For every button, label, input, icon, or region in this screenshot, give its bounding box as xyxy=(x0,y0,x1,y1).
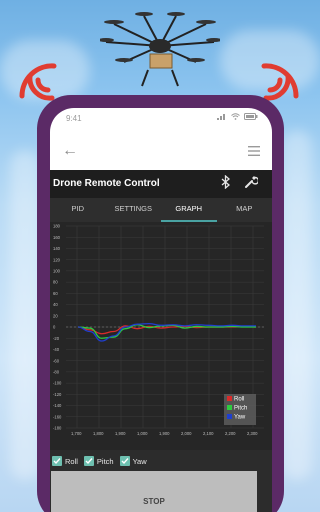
drone-illustration xyxy=(100,12,220,87)
y-tick-label: 60 xyxy=(53,291,58,296)
y-tick-label: 40 xyxy=(53,302,58,307)
checkbox-roll-box[interactable] xyxy=(52,456,62,466)
checkbox-yaw-label: Yaw xyxy=(132,456,147,466)
y-tick-label: 120 xyxy=(53,257,61,262)
x-tick-label: 1,900 xyxy=(159,431,170,436)
pid-graph-chart: 180 160 140 120 100 80 60 40 20 0 -20 -40 -60 -80 -100… xyxy=(50,222,272,450)
x-tick-label: 2,100 xyxy=(203,431,214,436)
stop-button[interactable]: STOP xyxy=(51,471,257,512)
y-tick-label: -180 xyxy=(53,426,62,431)
bluetooth-icon[interactable] xyxy=(220,175,232,189)
wifi-icon xyxy=(231,113,240,120)
y-tick-label: 160 xyxy=(53,235,61,240)
legend-label-pitch: Pitch xyxy=(234,406,247,412)
battery-icon xyxy=(244,113,258,120)
x-tick-label: 1,800 xyxy=(93,431,104,436)
status-time: 9:41 xyxy=(66,114,82,123)
legend-swatch-pitch xyxy=(227,405,232,410)
phone-screen: 9:41 ← Drone Remote Control PID SETTINGS… xyxy=(50,108,272,512)
tab-settings[interactable]: SETTINGS xyxy=(106,198,162,222)
x-tick-label: 1,700 xyxy=(71,431,82,436)
y-tick-label: -20 xyxy=(53,336,60,341)
y-tick-label: 0 xyxy=(53,325,56,330)
x-tick-label: 1,000 xyxy=(137,431,148,436)
x-tick-label: 2,300 xyxy=(247,431,258,436)
app-title-bar: Drone Remote Control xyxy=(50,170,272,198)
y-tick-label: -40 xyxy=(53,347,60,352)
tab-bar: PID SETTINGS GRAPH MAP xyxy=(50,198,272,222)
y-tick-label: -160 xyxy=(53,414,62,419)
wrench-settings-icon[interactable] xyxy=(244,175,258,189)
y-tick-label: -140 xyxy=(53,403,62,408)
checkbox-pitch[interactable]: Pitch xyxy=(83,456,114,466)
y-tick-label: -60 xyxy=(53,358,60,363)
y-tick-label: 80 xyxy=(53,280,58,285)
y-tick-label: -120 xyxy=(53,392,62,397)
x-tick-label: 2,200 xyxy=(225,431,236,436)
series-checkboxes: Roll Pitch Yaw xyxy=(52,453,270,469)
checkbox-yaw[interactable]: Yaw xyxy=(119,456,147,466)
app-title: Drone Remote Control xyxy=(53,178,160,189)
legend-swatch-roll xyxy=(227,396,232,401)
legend-label-yaw: Yaw xyxy=(234,415,246,421)
y-tick-label: 140 xyxy=(53,246,61,251)
signal-waves-right-icon xyxy=(261,63,299,101)
signal-waves-left-icon xyxy=(19,63,57,101)
back-arrow-icon[interactable]: ← xyxy=(62,142,78,160)
y-tick-label: 100 xyxy=(53,268,61,273)
app-container: Drone Remote Control PID SETTINGS GRAPH … xyxy=(50,170,272,512)
y-tick-label: 20 xyxy=(53,313,58,318)
signal-strength-icon xyxy=(217,114,225,120)
tab-pid[interactable]: PID xyxy=(50,198,106,222)
y-tick-label: -80 xyxy=(53,369,60,374)
legend-label-roll: Roll xyxy=(234,397,244,403)
checkbox-roll-label: Roll xyxy=(65,456,78,466)
status-bar: 9:41 xyxy=(50,108,272,128)
tab-map[interactable]: MAP xyxy=(217,198,273,222)
y-tick-label: -100 xyxy=(53,381,62,386)
navigation-bar: ← xyxy=(50,136,272,170)
y-tick-label: 180 xyxy=(53,224,61,229)
checkbox-yaw-box[interactable] xyxy=(119,456,130,466)
x-tick-label: 2,000 xyxy=(181,431,192,436)
checkbox-roll[interactable]: Roll xyxy=(52,456,78,466)
checkbox-pitch-label: Pitch xyxy=(96,456,114,466)
hamburger-menu-icon[interactable] xyxy=(248,146,260,156)
x-tick-label: 1,900 xyxy=(115,431,126,436)
tab-graph[interactable]: GRAPH xyxy=(161,198,217,222)
checkbox-pitch-box[interactable] xyxy=(83,456,94,466)
legend-swatch-yaw xyxy=(227,414,232,419)
status-icons xyxy=(217,113,258,120)
